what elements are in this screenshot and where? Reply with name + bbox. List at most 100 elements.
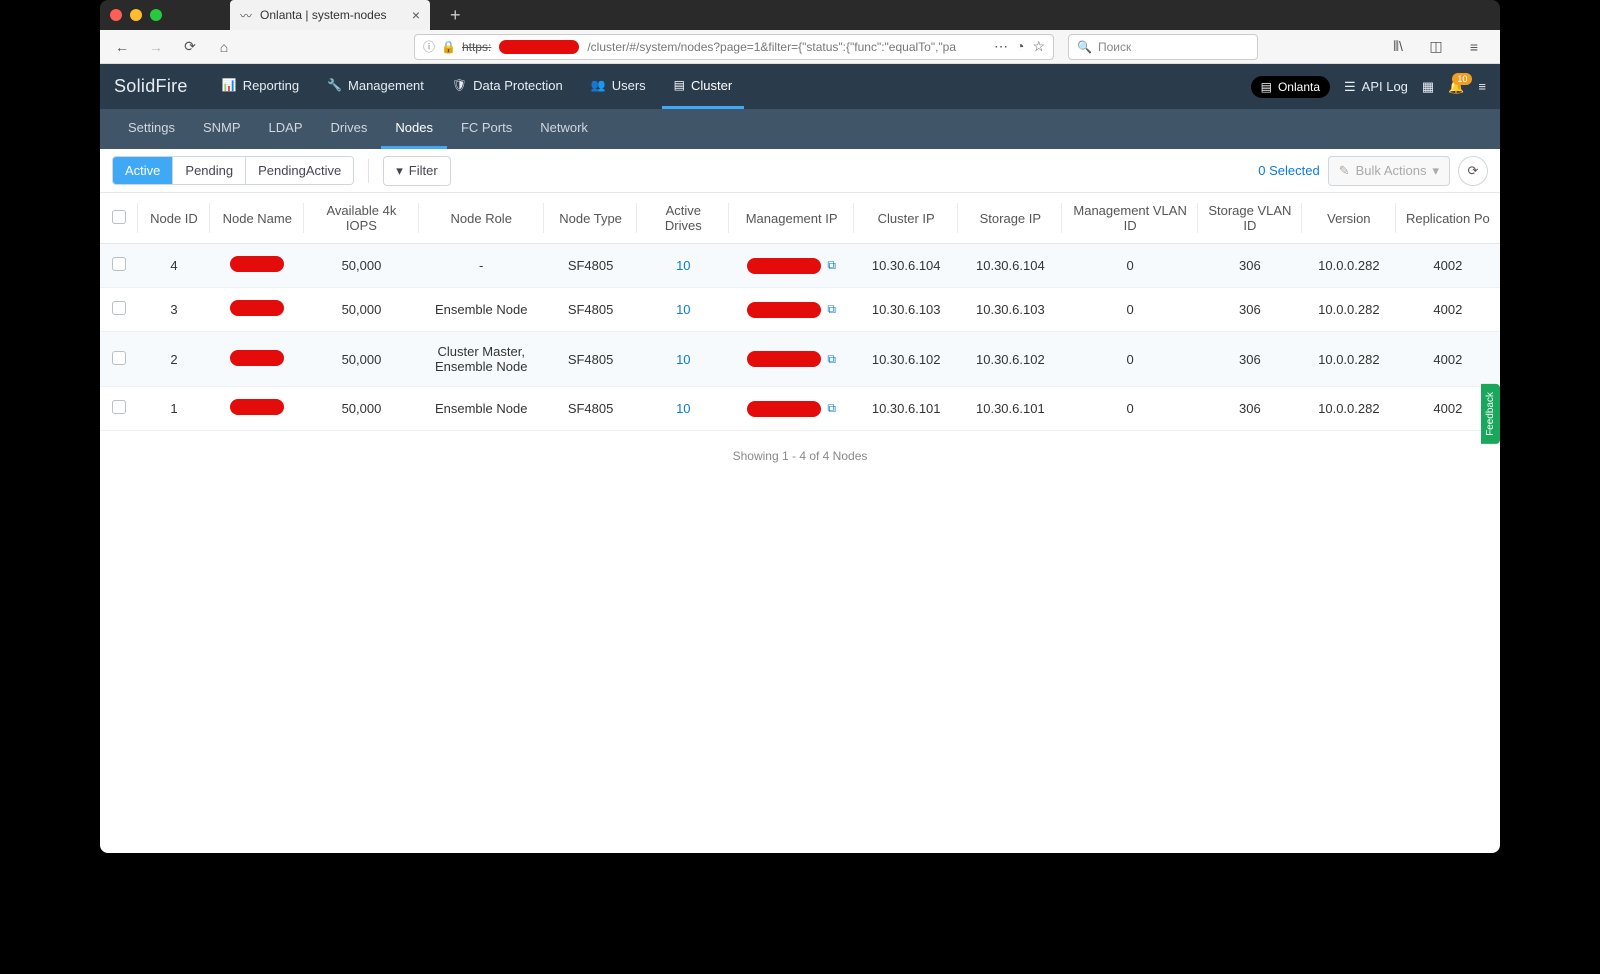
page-info-icon[interactable]: ⓘ	[423, 38, 435, 55]
library-icon[interactable]: ⫴\	[1384, 33, 1412, 61]
status-tab-pending[interactable]: Pending	[173, 157, 246, 184]
cell-role: Ensemble Node	[419, 288, 544, 332]
brand-logo: SolidFire	[114, 76, 188, 97]
subnav-item-network[interactable]: Network	[526, 109, 602, 149]
status-tab-active[interactable]: Active	[113, 157, 173, 184]
cell-drives[interactable]: 10	[637, 332, 729, 387]
column-header[interactable]: Storage IP	[958, 193, 1062, 244]
subnav-item-drives[interactable]: Drives	[317, 109, 382, 149]
subnav-item-nodes[interactable]: Nodes	[381, 109, 447, 149]
app-header: SolidFire 📊Reporting🔧Management🛡Data Pro…	[100, 64, 1500, 109]
column-header[interactable]: Version	[1302, 193, 1396, 244]
page-action-icon[interactable]: ⋯	[994, 38, 1008, 55]
subnav-item-fc-ports[interactable]: FC Ports	[447, 109, 526, 149]
cell-mgmt-ip[interactable]: ⧉	[729, 244, 854, 288]
nav-label: Users	[612, 78, 646, 93]
column-header[interactable]: Management VLAN ID	[1062, 193, 1197, 244]
app-menu-button[interactable]: ≡	[1478, 79, 1486, 94]
topnav-item-reporting[interactable]: 📊Reporting	[210, 64, 311, 109]
cell-replication: 4002	[1396, 332, 1500, 387]
redacted-name	[230, 399, 284, 415]
row-checkbox[interactable]	[112, 301, 126, 315]
cluster-selector[interactable]: ▤ Onlanta	[1251, 76, 1330, 98]
cell-type: SF4805	[544, 244, 638, 288]
status-tab-pendingactive[interactable]: PendingActive	[246, 157, 353, 184]
topnav-item-management[interactable]: 🔧Management	[315, 64, 436, 109]
window-close-button[interactable]	[110, 9, 122, 21]
filter-button[interactable]: ▾ Filter	[383, 156, 450, 186]
topnav-item-users[interactable]: 👥 Users	[579, 64, 658, 109]
column-header[interactable]: Cluster IP	[854, 193, 958, 244]
cell-type: SF4805	[544, 288, 638, 332]
cell-mvlan: 0	[1062, 244, 1197, 288]
cell-mgmt-ip[interactable]: ⧉	[729, 387, 854, 431]
column-header[interactable]: Node ID	[138, 193, 211, 244]
external-link-icon[interactable]: ⧉	[827, 258, 836, 273]
browser-tab[interactable]: 〰 Onlanta | system-nodes ×	[230, 0, 430, 30]
nav-icon: 👥	[591, 78, 606, 92]
cell-storage-ip: 10.30.6.103	[958, 288, 1062, 332]
external-link-icon[interactable]: ⧉	[827, 302, 836, 317]
cell-mgmt-ip[interactable]: ⧉	[729, 332, 854, 387]
cell-svlan: 306	[1198, 332, 1302, 387]
table-footer-summary: Showing 1 - 4 of 4 Nodes	[100, 431, 1500, 481]
lock-warning-icon: 🔒	[441, 40, 456, 54]
nav-icon: 🛡	[452, 78, 467, 92]
cell-storage-ip: 10.30.6.101	[958, 387, 1062, 431]
column-header[interactable]: Node Type	[544, 193, 638, 244]
forward-button[interactable]: →	[142, 33, 170, 61]
api-log-button[interactable]: ☰ API Log	[1344, 79, 1408, 95]
back-button[interactable]: ←	[108, 33, 136, 61]
window-minimize-button[interactable]	[130, 9, 142, 21]
column-header[interactable]: Available 4k IOPS	[304, 193, 419, 244]
bookmark-icon[interactable]: ☆	[1032, 38, 1045, 55]
redacted-ip	[747, 401, 821, 417]
browser-menu-icon[interactable]: ≡	[1460, 33, 1488, 61]
subnav-item-settings[interactable]: Settings	[114, 109, 189, 149]
sidebar-toggle-icon[interactable]: ◫	[1422, 33, 1450, 61]
notifications-button[interactable]: 🔔 10	[1448, 79, 1464, 95]
cell-mgmt-ip[interactable]: ⧉	[729, 288, 854, 332]
tab-favicon: 〰	[240, 7, 252, 24]
row-checkbox[interactable]	[112, 400, 126, 414]
cell-storage-ip: 10.30.6.104	[958, 244, 1062, 288]
cell-mvlan: 0	[1062, 288, 1197, 332]
new-tab-button[interactable]: +	[450, 5, 461, 26]
redacted-ip	[747, 258, 821, 274]
subnav-item-snmp[interactable]: SNMP	[189, 109, 255, 149]
column-header[interactable]: Storage VLAN ID	[1198, 193, 1302, 244]
subnav-item-ldap[interactable]: LDAP	[255, 109, 317, 149]
column-header[interactable]: Replication Po	[1396, 193, 1500, 244]
nodes-table: Node IDNode NameAvailable 4k IOPSNode Ro…	[100, 193, 1500, 431]
topnav-item-cluster[interactable]: ▤Cluster	[662, 64, 745, 109]
cell-drives[interactable]: 10	[637, 387, 729, 431]
redacted-name	[230, 256, 284, 272]
tab-close-button[interactable]: ×	[412, 7, 420, 23]
reload-button[interactable]: ⟳	[176, 33, 204, 61]
window-maximize-button[interactable]	[150, 9, 162, 21]
column-header[interactable]: Node Role	[419, 193, 544, 244]
row-checkbox[interactable]	[112, 257, 126, 271]
cell-cluster-ip: 10.30.6.103	[854, 288, 958, 332]
address-bar[interactable]: ⓘ 🔒 https: /cluster/#/system/nodes?page=…	[414, 34, 1054, 60]
cell-svlan: 306	[1198, 387, 1302, 431]
external-link-icon[interactable]: ⧉	[827, 401, 836, 416]
cell-node-name	[210, 244, 304, 288]
browser-search-box[interactable]: 🔍 Поиск	[1068, 34, 1258, 60]
pocket-icon[interactable]: ◔	[1016, 38, 1024, 55]
topnav-item-data-protection[interactable]: 🛡Data Protection	[440, 64, 575, 109]
home-button[interactable]: ⌂	[210, 33, 238, 61]
refresh-button[interactable]: ⟳	[1458, 156, 1488, 186]
grid-icon[interactable]: ▦	[1422, 79, 1434, 95]
cell-role: Cluster Master, Ensemble Node	[419, 332, 544, 387]
column-header[interactable]: Active Drives	[637, 193, 729, 244]
external-link-icon[interactable]: ⧉	[827, 352, 836, 367]
feedback-tab[interactable]: Feedback	[1481, 384, 1500, 444]
cell-iops: 50,000	[304, 244, 419, 288]
select-all-checkbox[interactable]	[112, 210, 126, 224]
column-header[interactable]: Management IP	[729, 193, 854, 244]
column-header[interactable]: Node Name	[210, 193, 304, 244]
cell-drives[interactable]: 10	[637, 244, 729, 288]
row-checkbox[interactable]	[112, 351, 126, 365]
cell-drives[interactable]: 10	[637, 288, 729, 332]
